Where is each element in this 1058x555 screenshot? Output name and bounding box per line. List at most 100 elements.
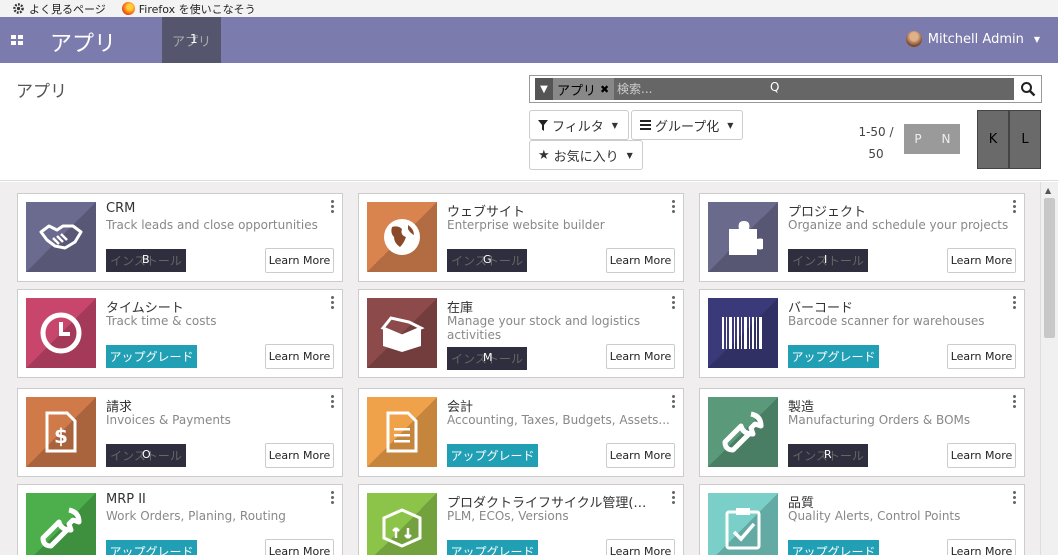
- app-card[interactable]: CRM Track leads and close opportunities イン…: [17, 193, 343, 282]
- upgrade-button[interactable]: アップグレード: [447, 540, 538, 555]
- learn-more-button[interactable]: Learn More: [265, 443, 334, 468]
- install-button[interactable]: インストール I: [788, 249, 868, 272]
- app-card[interactable]: $ 請求 Invoices & Payments インストール O Learn More: [17, 388, 343, 477]
- pager-next-button[interactable]: N: [932, 124, 960, 154]
- upgrade-button[interactable]: アップグレード: [447, 444, 538, 467]
- search-input[interactable]: [614, 78, 1014, 100]
- kebab-menu-icon[interactable]: [331, 395, 334, 408]
- upgrade-button[interactable]: アップグレード: [106, 540, 197, 555]
- kebab-menu-icon[interactable]: [1013, 395, 1016, 408]
- remove-facet-icon[interactable]: ✖: [600, 83, 614, 96]
- search-bar: ▼ アプリ ✖ Q: [529, 75, 1042, 103]
- group-by-button[interactable]: グループ化 ▼: [631, 110, 743, 140]
- shortcut-hint: O: [142, 448, 151, 461]
- puzzle-icon: [708, 202, 778, 272]
- invoice-icon: $: [26, 397, 96, 467]
- learn-more-button[interactable]: Learn More: [947, 443, 1016, 468]
- action-label: アップグレード: [791, 545, 876, 555]
- kebab-menu-icon[interactable]: [672, 200, 675, 213]
- learn-more-button[interactable]: Learn More: [947, 539, 1016, 555]
- filters-label: フィルタ: [552, 119, 604, 135]
- action-label: インストール: [792, 254, 864, 268]
- shortcut-hint: 1: [190, 32, 198, 46]
- box-icon: [367, 298, 437, 368]
- app-name: MRP II: [106, 492, 146, 507]
- bookmarks-bar: よく見るページ Firefox を使いこなそう: [0, 0, 1058, 17]
- avatar: [905, 31, 922, 47]
- install-button[interactable]: インストール G: [447, 249, 527, 272]
- action-label: アップグレード: [109, 545, 194, 555]
- favorites-button[interactable]: ★ お気に入り ▼: [529, 140, 643, 170]
- list-view-button[interactable]: L: [1009, 110, 1041, 169]
- shortcut-hint: M: [483, 351, 493, 364]
- app-card[interactable]: 在庫 Manage your stock and logistics activi…: [358, 289, 684, 378]
- kebab-menu-icon[interactable]: [672, 296, 675, 309]
- search-icon[interactable]: [1015, 76, 1041, 102]
- shortcut-hint: B: [142, 253, 150, 266]
- kebab-menu-icon[interactable]: [331, 200, 334, 213]
- kebab-menu-icon[interactable]: [672, 395, 675, 408]
- learn-more-button[interactable]: Learn More: [606, 443, 675, 468]
- kebab-menu-icon[interactable]: [1013, 296, 1016, 309]
- svg-text:$: $: [54, 424, 68, 448]
- search-facet[interactable]: ▼ アプリ ✖: [535, 78, 615, 100]
- menu-item-apps[interactable]: アプリ 1: [162, 17, 221, 63]
- control-panel: アプリ ▼ アプリ ✖ Q フィルタ ▼ グループ化 ▼ ★ お気に入り ▼ 1…: [0, 63, 1058, 181]
- app-card[interactable]: 品質 Quality Alerts, Control Points アップグレード L…: [699, 484, 1025, 555]
- app-description: Barcode scanner for warehouses: [788, 314, 985, 328]
- learn-more-button[interactable]: Learn More: [606, 539, 675, 555]
- caret-down-icon: ▼: [1033, 34, 1040, 44]
- learn-more-button[interactable]: Learn More: [606, 248, 675, 273]
- app-card[interactable]: ウェブサイト Enterprise website builder インストール G L…: [358, 193, 684, 282]
- learn-more-button[interactable]: Learn More: [606, 344, 675, 369]
- bookmark-label: よく見るページ: [29, 2, 106, 16]
- app-card[interactable]: タイムシート Track time & costs アップグレード Learn Mor…: [17, 289, 343, 378]
- install-button[interactable]: インストール R: [788, 444, 868, 467]
- learn-more-button[interactable]: Learn More: [947, 248, 1016, 273]
- app-description: Invoices & Payments: [106, 413, 231, 427]
- install-button[interactable]: インストール M: [447, 347, 527, 370]
- kebab-menu-icon[interactable]: [672, 491, 675, 504]
- apps-menu-icon[interactable]: [11, 35, 23, 45]
- scroll-up-icon[interactable]: ▲: [1045, 186, 1051, 195]
- user-menu[interactable]: Mitchell Admin ▼: [905, 31, 1040, 47]
- star-icon: ★: [538, 147, 550, 163]
- app-card[interactable]: バーコード Barcode scanner for warehouses アップグレ…: [699, 289, 1025, 378]
- app-card[interactable]: MRP II Work Orders, Planing, Routing アップグレ…: [17, 484, 343, 555]
- learn-more-button[interactable]: Learn More: [265, 248, 334, 273]
- app-card[interactable]: プロダクトライフサイクル管理(… PLM, ECOs, Versions アップグレ…: [358, 484, 684, 555]
- upgrade-button[interactable]: アップグレード: [788, 345, 879, 368]
- package-icon: [367, 493, 437, 555]
- pager-previous-button[interactable]: P: [904, 124, 932, 154]
- app-description: Manage your stock and logistics activiti…: [447, 314, 641, 342]
- install-button[interactable]: インストール O: [106, 444, 186, 467]
- app-brand-title[interactable]: アプリ: [50, 26, 116, 58]
- kebab-menu-icon[interactable]: [1013, 491, 1016, 504]
- bookmark-firefox[interactable]: Firefox を使いこなそう: [121, 1, 256, 17]
- scrollbar-thumb[interactable]: [1044, 198, 1055, 338]
- app-description: Manufacturing Orders & BOMs: [788, 413, 971, 427]
- globe-icon: [367, 202, 437, 272]
- gear-icon: [13, 3, 24, 14]
- upgrade-button[interactable]: アップグレード: [106, 345, 197, 368]
- app-name: CRM: [106, 201, 136, 216]
- kanban-view-button[interactable]: K: [977, 110, 1009, 169]
- learn-more-button[interactable]: Learn More: [947, 344, 1016, 369]
- clipboard-check-icon: [708, 493, 778, 555]
- app-card[interactable]: プロジェクト Organize and schedule your project…: [699, 193, 1025, 282]
- handshake-icon: [26, 202, 96, 272]
- bookmark-most-visited[interactable]: よく見るページ: [12, 1, 106, 17]
- learn-more-button[interactable]: Learn More: [265, 539, 334, 555]
- scrollbar[interactable]: ▲: [1040, 182, 1058, 555]
- kebab-menu-icon[interactable]: [331, 296, 334, 309]
- learn-more-button[interactable]: Learn More: [265, 344, 334, 369]
- app-card[interactable]: 会計 Accounting, Taxes, Budgets, Assets... ア…: [358, 388, 684, 477]
- app-card[interactable]: 製造 Manufacturing Orders & BOMs インストール R Lear…: [699, 388, 1025, 477]
- shortcut-hint: I: [824, 253, 828, 266]
- pager-value[interactable]: 1-50 / 50: [855, 121, 897, 165]
- kebab-menu-icon[interactable]: [331, 491, 334, 504]
- filters-button[interactable]: フィルタ ▼: [529, 110, 629, 140]
- kebab-menu-icon[interactable]: [1013, 200, 1016, 213]
- install-button[interactable]: インストール B: [106, 249, 186, 272]
- upgrade-button[interactable]: アップグレード: [788, 540, 879, 555]
